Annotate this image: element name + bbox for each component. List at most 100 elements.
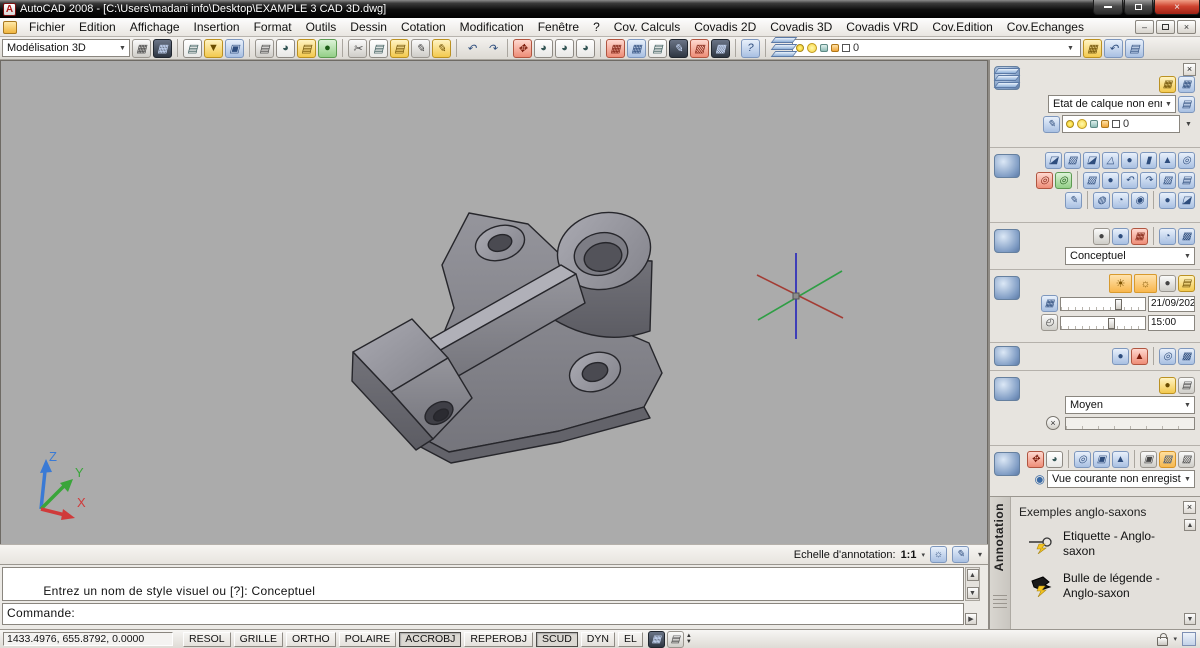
- help-icon[interactable]: ?: [741, 39, 760, 58]
- convert-to-solid-icon[interactable]: ✎: [1065, 192, 1082, 209]
- toggle-grille[interactable]: GRILLE: [234, 632, 283, 647]
- mdi-restore-button[interactable]: [1156, 20, 1175, 34]
- light-list-icon[interactable]: ▤: [1178, 275, 1195, 292]
- palette-item-etiquette[interactable]: Etiquette - Anglo-saxon: [1029, 529, 1182, 559]
- redo-icon[interactable]: ↷: [483, 39, 502, 58]
- view-restore-icon[interactable]: ◉: [1035, 472, 1045, 486]
- render-output-icon[interactable]: ▤: [1178, 377, 1195, 394]
- sphere-icon[interactable]: ●: [1121, 152, 1138, 169]
- layers-stack-icon[interactable]: [771, 39, 790, 58]
- swivel-icon[interactable]: ▣: [1093, 451, 1110, 468]
- publish-web-icon[interactable]: ●: [318, 39, 337, 58]
- palette-scroll-up-icon[interactable]: ▲: [1184, 519, 1196, 531]
- wedge-icon[interactable]: ◪: [1083, 152, 1100, 169]
- mdi-minimize-button[interactable]: –: [1135, 20, 1154, 34]
- publish-icon[interactable]: ▤: [297, 39, 316, 58]
- chevron-down-icon[interactable]: ▾: [1173, 635, 1177, 643]
- open-file-icon[interactable]: ▼: [204, 39, 223, 58]
- interfere-icon[interactable]: ●: [1159, 192, 1176, 209]
- visual-style-sphere-icon[interactable]: ●: [1112, 228, 1129, 245]
- render-quality-combo[interactable]: Moyen ▼: [1065, 396, 1195, 414]
- cylinder-icon[interactable]: ▮: [1140, 152, 1157, 169]
- new-layer-state-icon[interactable]: ▦: [1159, 76, 1176, 93]
- menu-outils[interactable]: Outils: [299, 18, 344, 36]
- menu-covadis-2d[interactable]: Covadis 2D: [687, 18, 763, 36]
- toggle-reperobj[interactable]: REPEROBJ: [464, 632, 533, 647]
- toggle-accrobj[interactable]: ACCROBJ: [399, 632, 461, 647]
- torus-icon[interactable]: ◎: [1178, 152, 1195, 169]
- my-workspace-icon[interactable]: ▦: [153, 39, 172, 58]
- annotation-autoscale-icon[interactable]: ✎: [952, 546, 969, 563]
- menu-format[interactable]: Format: [247, 18, 299, 36]
- toggle-scud[interactable]: SCUD: [536, 632, 578, 647]
- apply-material-icon[interactable]: ▲: [1131, 348, 1148, 365]
- menu-fichier[interactable]: Fichier: [22, 18, 72, 36]
- status-tray-menu-icon[interactable]: ▾: [978, 550, 982, 559]
- sun-status-button[interactable]: ☀: [1109, 274, 1132, 293]
- slice-icon[interactable]: ◪: [1178, 192, 1195, 209]
- orbit-icon[interactable]: ◎: [1074, 451, 1091, 468]
- sky-status-button[interactable]: ☼: [1134, 274, 1157, 293]
- visual-style-manager-icon[interactable]: ▩: [1178, 228, 1195, 245]
- layer-isolate-icon[interactable]: ▦: [1178, 76, 1195, 93]
- loft-icon[interactable]: ↷: [1140, 172, 1157, 189]
- menu-help[interactable]: ?: [586, 18, 607, 36]
- annotation-visibility-icon[interactable]: ☼: [930, 546, 947, 563]
- dashboard-layer-combo[interactable]: 0: [1062, 115, 1180, 133]
- subtract-icon[interactable]: ◔: [1112, 192, 1129, 209]
- model-space-icon[interactable]: ▦: [648, 631, 665, 648]
- coordinates-display[interactable]: 1433.4976, 655.8792, 0.0000: [3, 632, 173, 646]
- zoom-realtime-icon[interactable]: ◕: [534, 39, 553, 58]
- box-icon[interactable]: ▧: [1064, 152, 1081, 169]
- menu-dessin[interactable]: Dessin: [343, 18, 394, 36]
- scroll-up-icon[interactable]: ▲: [967, 569, 979, 581]
- thicken-icon[interactable]: ▤: [1178, 172, 1195, 189]
- palette-scroll-down-icon[interactable]: ▼: [1184, 613, 1196, 625]
- extrude-face-icon[interactable]: ◪: [1045, 152, 1062, 169]
- lock-toolbars-icon[interactable]: [1157, 637, 1168, 646]
- workspace-combo[interactable]: Modélisation 3D ▼: [2, 39, 130, 57]
- toggle-resol[interactable]: RESOL: [183, 632, 231, 647]
- intersect-icon[interactable]: ◉: [1131, 192, 1148, 209]
- close-button[interactable]: ×: [1154, 0, 1200, 15]
- layer-combo[interactable]: 0 ▼: [792, 39, 1081, 57]
- sweep-icon[interactable]: ↶: [1121, 172, 1138, 189]
- annotation-scale-value[interactable]: 1:1: [901, 549, 917, 561]
- light-panel-icon[interactable]: [994, 276, 1020, 300]
- extrude-icon[interactable]: ▧: [1083, 172, 1100, 189]
- drawing-canvas[interactable]: Z Y X: [0, 60, 988, 544]
- render-environment-icon[interactable]: ●: [1159, 377, 1176, 394]
- time-slider-thumb[interactable]: [1108, 318, 1115, 329]
- undo-icon[interactable]: ↶: [462, 39, 481, 58]
- union-icon[interactable]: ◍: [1093, 192, 1110, 209]
- markup-set-manager-icon[interactable]: ✎: [669, 39, 688, 58]
- pencil-icon[interactable]: ✎: [411, 39, 430, 58]
- toggle-polaire[interactable]: POLAIRE: [339, 632, 397, 647]
- parallel-projection-icon[interactable]: ▧: [1159, 451, 1176, 468]
- materials-sphere-icon[interactable]: ●: [1112, 348, 1129, 365]
- visual-style-combo[interactable]: Conceptuel ▼: [1065, 247, 1195, 265]
- menu-insertion[interactable]: Insertion: [187, 18, 247, 36]
- drawing-file-icon[interactable]: [3, 21, 17, 34]
- 3d-orbit-y-icon[interactable]: ◎: [1055, 172, 1072, 189]
- materials-window-icon[interactable]: ▩: [1178, 348, 1195, 365]
- menu-cotation[interactable]: Cotation: [394, 18, 453, 36]
- quickcalc-icon[interactable]: ▩: [711, 39, 730, 58]
- planar-surface-icon[interactable]: ▧: [1159, 172, 1176, 189]
- zoom-previous-icon[interactable]: ◕: [576, 39, 595, 58]
- cut-icon[interactable]: ✂: [348, 39, 367, 58]
- pan-icon[interactable]: ✥: [1027, 451, 1044, 468]
- menu-edition[interactable]: Edition: [72, 18, 123, 36]
- new-file-icon[interactable]: ▤: [183, 39, 202, 58]
- palette-grip[interactable]: [993, 595, 1007, 611]
- visual-style-panel-icon[interactable]: [994, 229, 1020, 253]
- material-mapping-icon[interactable]: ◎: [1159, 348, 1176, 365]
- menu-cov-calculs[interactable]: Cov. Calculs: [607, 18, 687, 36]
- make-layer-current-icon[interactable]: ▦: [1083, 39, 1102, 58]
- date-slider-thumb[interactable]: [1115, 299, 1122, 310]
- menu-cov-echanges[interactable]: Cov.Echanges: [1000, 18, 1091, 36]
- navigation-panel-icon[interactable]: [994, 452, 1020, 476]
- match-properties-icon[interactable]: ✎: [432, 39, 451, 58]
- layer-state-combo[interactable]: Etat de calque non enr ▼: [1048, 95, 1176, 113]
- dashboard-close-button[interactable]: ×: [1183, 63, 1196, 76]
